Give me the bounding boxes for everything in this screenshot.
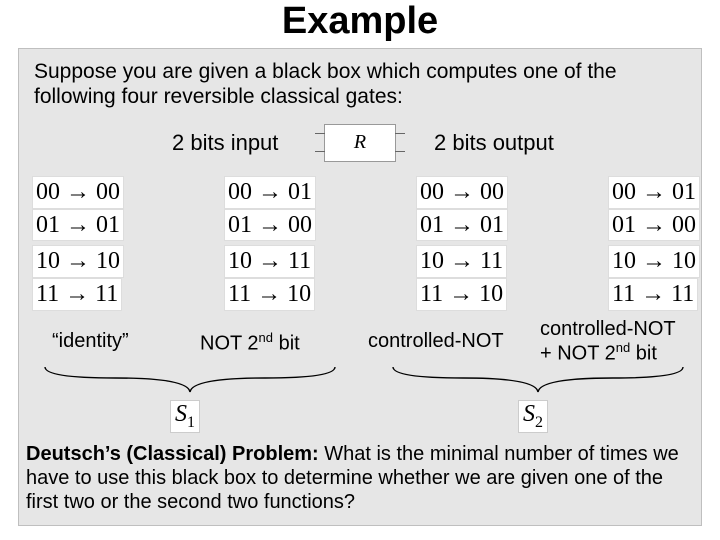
map-row: 10 → 11	[224, 245, 315, 278]
map-row: 00 → 00	[32, 176, 124, 209]
map-row: 00 → 00	[416, 176, 508, 209]
map-row: 01 → 00	[608, 209, 700, 242]
problem-label: Deutsch’s (Classical) Problem:	[26, 443, 319, 465]
curly-brace-icon	[388, 362, 688, 398]
map-row: 10 → 10	[32, 245, 124, 278]
input-label: 2 bits input	[172, 130, 278, 156]
gate-col-identity: 00 → 00 01 → 01 10 → 10 11 → 11	[28, 174, 128, 313]
map-row: 01 → 01	[32, 209, 124, 242]
map-row: 11 → 11	[32, 278, 122, 311]
map-row: 10 → 10	[608, 245, 700, 278]
curly-brace-icon	[40, 362, 340, 398]
set-label-s1: S1	[170, 400, 200, 433]
gate-col-cnot: 00 → 00 01 → 01 10 → 11 11 → 10	[412, 174, 512, 313]
map-row: 11 → 11	[608, 278, 698, 311]
gate-label-cnot: controlled-NOT	[368, 330, 504, 353]
gate-col-cnot-plus-not2: 00 → 01 01 → 00 10 → 10 11 → 11	[604, 174, 704, 313]
map-row: 10 → 11	[416, 245, 507, 278]
blackbox-label: R	[325, 131, 395, 154]
slide: Example Suppose you are given a black bo…	[0, 0, 720, 540]
intro-text: Suppose you are given a black box which …	[34, 60, 686, 110]
map-row: 00 → 01	[224, 176, 316, 209]
truth-tables: 00 → 00 01 → 01 10 → 10 11 → 11 00 → 01 …	[28, 174, 704, 313]
map-row: 11 → 10	[224, 278, 315, 311]
gate-label-identity: “identity”	[52, 330, 129, 353]
map-row: 00 → 01	[608, 176, 700, 209]
gate-label-cnot-plus-not2: controlled-NOT + NOT 2nd bit	[540, 318, 676, 366]
slide-title: Example	[0, 0, 720, 43]
gate-label-not2: NOT 2nd bit	[200, 330, 300, 356]
problem-text: Deutsch’s (Classical) Problem: What is t…	[26, 442, 694, 514]
output-label: 2 bits output	[434, 130, 554, 156]
blackbox-diagram: R	[324, 124, 396, 162]
map-row: 01 → 01	[416, 209, 508, 242]
brace-s1	[40, 362, 340, 398]
set-label-s2: S2	[518, 400, 548, 433]
gate-col-not2: 00 → 01 01 → 00 10 → 11 11 → 10	[220, 174, 320, 313]
brace-s2	[388, 362, 688, 398]
map-row: 01 → 00	[224, 209, 316, 242]
map-row: 11 → 10	[416, 278, 507, 311]
